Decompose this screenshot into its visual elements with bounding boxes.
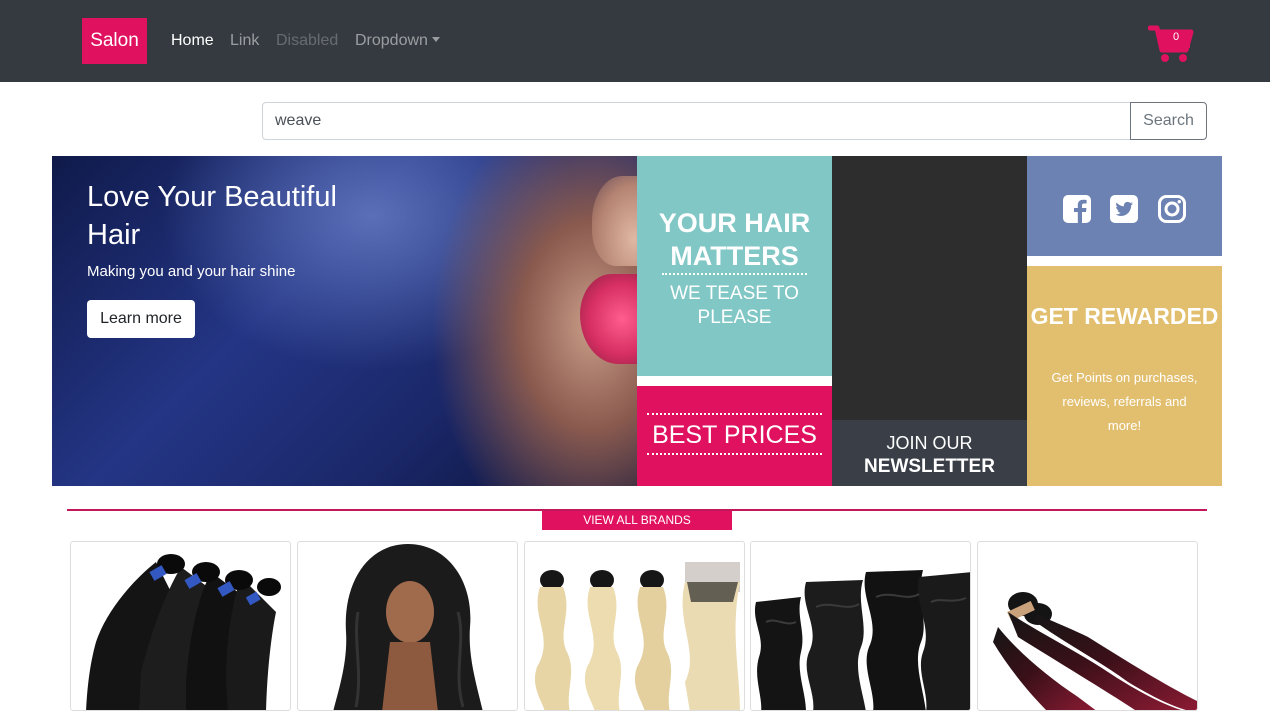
rewards-tile[interactable]: GET REWARDED Get Points on purchases, re… xyxy=(1027,266,1222,486)
straight-black-bundles-image xyxy=(86,554,281,710)
twitter-icon[interactable] xyxy=(1109,194,1139,224)
newsletter-tile[interactable]: JOIN OUR NEWSLETTER xyxy=(832,156,1027,486)
hero-title: Love Your Beautiful Hair xyxy=(87,181,337,251)
dotted-divider xyxy=(647,453,822,455)
body-wave-wig-model-image xyxy=(333,544,483,710)
nav-home[interactable]: Home xyxy=(171,31,214,51)
learn-more-button[interactable]: Learn more xyxy=(87,300,195,338)
nav-link[interactable]: Link xyxy=(230,31,259,51)
facebook-icon[interactable] xyxy=(1062,194,1092,224)
hair-matters-subtitle: WE TEASE TO PLEASE xyxy=(670,283,799,328)
brand-logo[interactable]: Salon xyxy=(82,18,147,64)
dotted-divider xyxy=(647,413,822,415)
blonde-body-wave-bundles-image xyxy=(535,562,740,710)
product-card[interactable] xyxy=(70,541,291,711)
dotted-divider xyxy=(662,273,807,275)
hair-matters-tile[interactable]: YOUR HAIR MATTERS WE TEASE TO PLEASE xyxy=(637,156,832,376)
best-prices-tile[interactable]: BEST PRICES xyxy=(637,386,832,486)
product-card[interactable] xyxy=(524,541,745,711)
ombre-burgundy-straight-bundles-image xyxy=(993,592,1197,710)
deep-wave-black-bundles-image xyxy=(754,570,970,710)
search-button[interactable]: Search xyxy=(1130,102,1207,140)
hair-matters-title: YOUR HAIR MATTERS xyxy=(658,208,811,271)
newsletter-line1: JOIN OUR xyxy=(886,433,973,453)
nav-dropdown[interactable]: Dropdown xyxy=(355,31,440,51)
product-card[interactable] xyxy=(297,541,518,711)
product-card[interactable] xyxy=(977,541,1198,711)
product-card[interactable] xyxy=(750,541,971,711)
hero-subtitle: Making you and your hair shine xyxy=(87,263,296,280)
hero-lips-image xyxy=(580,274,637,364)
hero-banner: Love Your Beautiful Hair Making you and … xyxy=(52,156,637,486)
newsletter-line2: NEWSLETTER xyxy=(864,456,995,477)
rewards-title: GET REWARDED xyxy=(1030,303,1219,329)
search-input[interactable] xyxy=(262,102,1131,140)
instagram-icon[interactable] xyxy=(1157,194,1187,224)
social-tile xyxy=(1027,156,1222,256)
newsletter-strip: JOIN OUR NEWSLETTER xyxy=(832,420,1027,486)
nav-dropdown-label: Dropdown xyxy=(355,32,428,49)
hero-face-image xyxy=(592,176,637,266)
top-navbar: Salon Home Link Disabled Dropdown 0 xyxy=(0,0,1270,82)
rewards-text: Get Points on purchases, reviews, referr… xyxy=(1051,370,1198,433)
best-prices-label: BEST PRICES xyxy=(652,421,817,449)
view-all-brands-button[interactable]: VIEW ALL BRANDS xyxy=(542,511,732,530)
caret-down-icon xyxy=(431,37,440,42)
cart-count-badge: 0 xyxy=(1172,31,1180,43)
nav-disabled: Disabled xyxy=(276,32,339,49)
